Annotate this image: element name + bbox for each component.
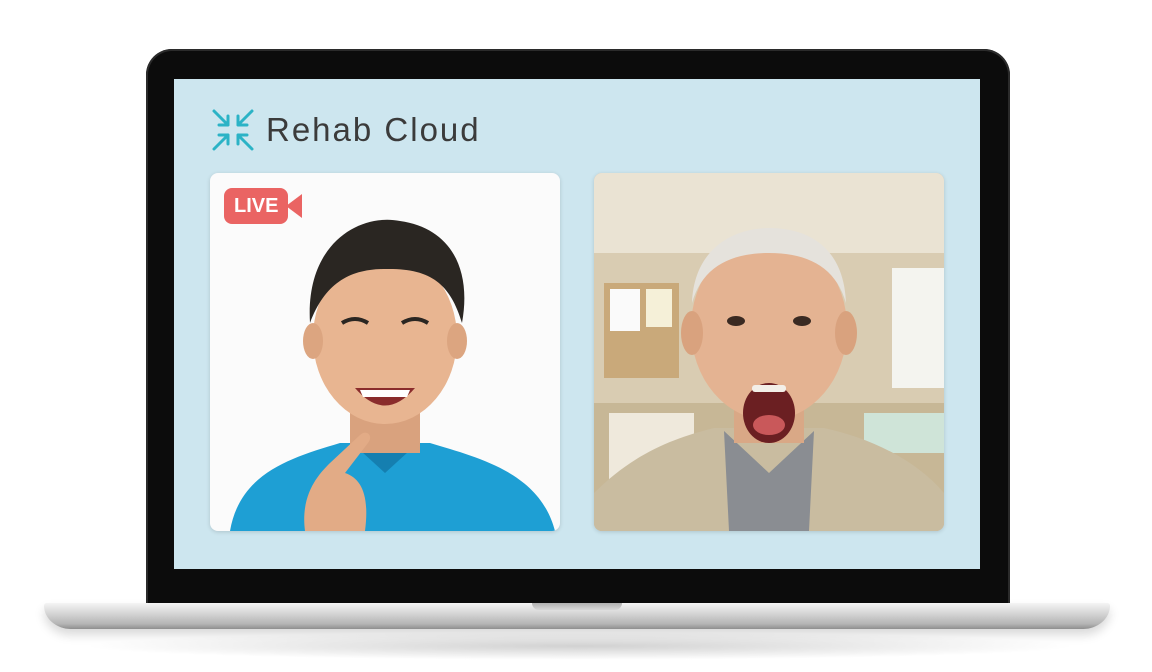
laptop-opening-notch	[532, 603, 622, 610]
live-badge: LIVE	[224, 188, 303, 224]
brand-name: Rehab Cloud	[266, 111, 481, 148]
live-label: LIVE	[224, 188, 289, 224]
laptop-base	[44, 603, 1110, 629]
app-header: Rehab Cloud	[210, 107, 481, 153]
participant-video-tile[interactable]	[594, 173, 944, 531]
arrows-inward-icon	[212, 109, 254, 151]
patient-video-frame	[594, 173, 944, 531]
app-screen: Rehab Cloud LIVE	[174, 79, 980, 569]
therapist-video-frame	[230, 219, 555, 531]
host-video-tile[interactable]: LIVE	[210, 173, 560, 531]
video-camera-icon	[286, 194, 303, 218]
laptop-shadow	[80, 632, 1080, 660]
